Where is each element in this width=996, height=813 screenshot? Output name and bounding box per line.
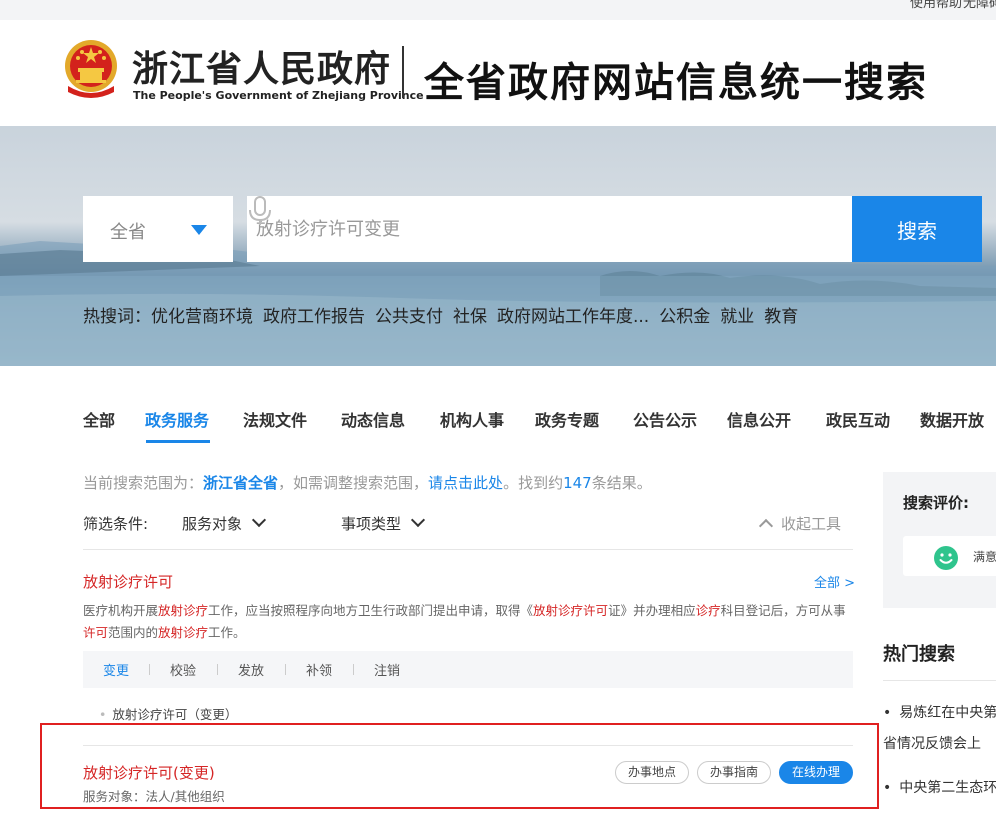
description-text: 工作。 <box>208 625 246 640</box>
tab-disclosure[interactable]: 信息公开 <box>727 407 791 431</box>
satisfied-label: 满意 <box>973 550 996 564</box>
chevron-down-icon <box>410 512 426 528</box>
satisfied-option[interactable]: 满意 <box>903 536 996 576</box>
scope-prefix: 当前搜索范围为： <box>83 474 204 492</box>
scope-select[interactable]: 全省 <box>83 196 233 262</box>
site-header: 浙江省人民政府 The People's Government of Zheji… <box>0 20 996 126</box>
hot-search-item-continuation: 省情况反馈会上 <box>883 736 981 752</box>
national-emblem-icon <box>65 40 117 98</box>
description-text: 工作，应当按照程序向地方卫生行政部门提出申请，取得《 <box>208 603 534 618</box>
result-title[interactable]: 放射诊疗许可 <box>83 571 173 592</box>
subtab-cancel[interactable]: 注销 <box>374 660 400 679</box>
accessibility-link[interactable]: 无障碍 <box>963 0 996 11</box>
subtab-separator <box>353 664 354 675</box>
hot-words-label: 热搜词： <box>83 307 151 327</box>
current-scope: 浙江省全省 <box>203 474 279 492</box>
subtab-separator <box>217 664 218 675</box>
hot-search-item[interactable]: 中央第二生态环 <box>883 777 996 797</box>
hot-word[interactable]: 社保 <box>453 307 487 327</box>
logo-english: The People's Government of Zhejiang Prov… <box>133 89 424 102</box>
description-text: 医疗机构开展 <box>83 603 159 618</box>
highlighted-keyword: 放射诊疗 <box>158 603 209 618</box>
divider <box>883 680 996 681</box>
hot-word[interactable]: 教育 <box>764 307 798 327</box>
microphone-icon[interactable] <box>247 196 273 226</box>
search-box <box>247 196 852 262</box>
active-tab-indicator <box>146 440 210 443</box>
hot-word[interactable]: 就业 <box>720 307 754 327</box>
tab-interaction[interactable]: 政民互动 <box>826 407 890 431</box>
subtab-verify[interactable]: 校验 <box>170 660 196 679</box>
search-button[interactable]: 搜索 <box>852 196 982 262</box>
hot-word[interactable]: 政府工作报告 <box>263 307 365 327</box>
filter-target-label: 服务对象 <box>182 515 243 533</box>
top-bar: 使用帮助 无障碍 <box>0 0 996 20</box>
tab-services[interactable]: 政务服务 <box>145 407 209 431</box>
hot-words: 热搜词：优化营商环境 政府工作报告 公共支付 社保 政府网站工作年度... 公积金 就业 教育 <box>83 302 808 327</box>
hot-word[interactable]: 公共支付 <box>375 307 443 327</box>
subtab-separator <box>149 664 150 675</box>
evaluation-title: 搜索评价: <box>903 494 969 512</box>
hot-word[interactable]: 优化营商环境 <box>151 307 253 327</box>
collapse-tools-button[interactable]: 收起工具 <box>758 513 842 534</box>
caret-down-icon <box>191 225 207 235</box>
highlighted-keyword: 诊疗 <box>695 603 721 618</box>
search-evaluation-panel: 搜索评价: 满意 <box>883 472 996 608</box>
highlighted-keyword: 放射诊疗 <box>158 625 209 640</box>
subtab-separator <box>285 664 286 675</box>
collapse-tools-label: 收起工具 <box>781 515 842 533</box>
result-subtabs: 变更 校验 发放 补领 注销 <box>83 651 853 688</box>
description-text: 科目登记后，方可从事 <box>720 603 846 618</box>
tab-topics[interactable]: 政务专题 <box>535 407 599 431</box>
tab-open-data[interactable]: 数据开放 <box>920 407 984 431</box>
change-scope-link[interactable]: 请点击此处 <box>428 474 503 492</box>
result-all-link[interactable]: 全部 > <box>814 572 855 591</box>
chevron-down-icon <box>251 512 267 528</box>
tab-notices[interactable]: 公告公示 <box>633 407 697 431</box>
highlighted-keyword: 放射诊疗许可 <box>533 603 609 618</box>
smile-icon <box>934 546 958 570</box>
sub-item-link[interactable]: 放射诊疗许可（变更） <box>99 704 237 723</box>
filter-type-label: 事项类型 <box>341 515 402 533</box>
logo-divider <box>402 46 404 98</box>
highlighted-keyword: 许可 <box>83 625 109 640</box>
description-text: 范围内的 <box>108 625 159 640</box>
tab-regulations[interactable]: 法规文件 <box>243 407 307 431</box>
scope-value: 全省 <box>110 222 146 243</box>
hot-word[interactable]: 政府网站工作年度... <box>497 307 649 327</box>
tab-news[interactable]: 动态信息 <box>341 407 405 431</box>
search-input[interactable] <box>247 196 787 262</box>
tab-all[interactable]: 全部 <box>83 407 115 431</box>
subtab-reissue[interactable]: 补领 <box>306 660 332 679</box>
filter-target-dropdown[interactable]: 服务对象 <box>182 512 267 534</box>
logo-chinese: 浙江省人民政府 <box>132 48 392 90</box>
hot-search-item[interactable]: 易炼红在中央第 <box>883 702 996 722</box>
hot-word[interactable]: 公积金 <box>659 307 710 327</box>
found-suffix: 条结果。 <box>591 474 652 492</box>
chevron-up-icon <box>758 518 774 534</box>
subtab-change[interactable]: 变更 <box>103 660 129 679</box>
highlight-box <box>40 723 879 809</box>
found-prefix: 。找到约 <box>503 474 564 492</box>
help-link[interactable]: 使用帮助 <box>910 0 962 11</box>
filter-type-dropdown[interactable]: 事项类型 <box>341 512 426 534</box>
hot-search-title: 热门搜索 <box>883 644 955 665</box>
result-description: 医疗机构开展放射诊疗工作，应当按照程序向地方卫生行政部门提出申请，取得《放射诊疗… <box>83 600 853 644</box>
result-count: 147 <box>563 474 592 492</box>
search-scope-info: 当前搜索范围为：浙江省全省，如需调整搜索范围，请点击此处。找到约147条结果。 <box>83 472 652 493</box>
tab-personnel[interactable]: 机构人事 <box>440 407 504 431</box>
scope-mid: ，如需调整搜索范围， <box>278 474 429 492</box>
search-banner: 全省 搜索 热搜词：优化营商环境政府工作报告公共支付社保政府网站工作年度... 公… <box>0 126 996 366</box>
filter-label: 筛选条件: <box>83 515 149 533</box>
divider <box>83 549 853 550</box>
description-text: 证》并办理相应 <box>608 603 696 618</box>
page-slogan: 全省政府网站信息统一搜索 <box>424 59 928 106</box>
subtab-issue[interactable]: 发放 <box>238 660 264 679</box>
